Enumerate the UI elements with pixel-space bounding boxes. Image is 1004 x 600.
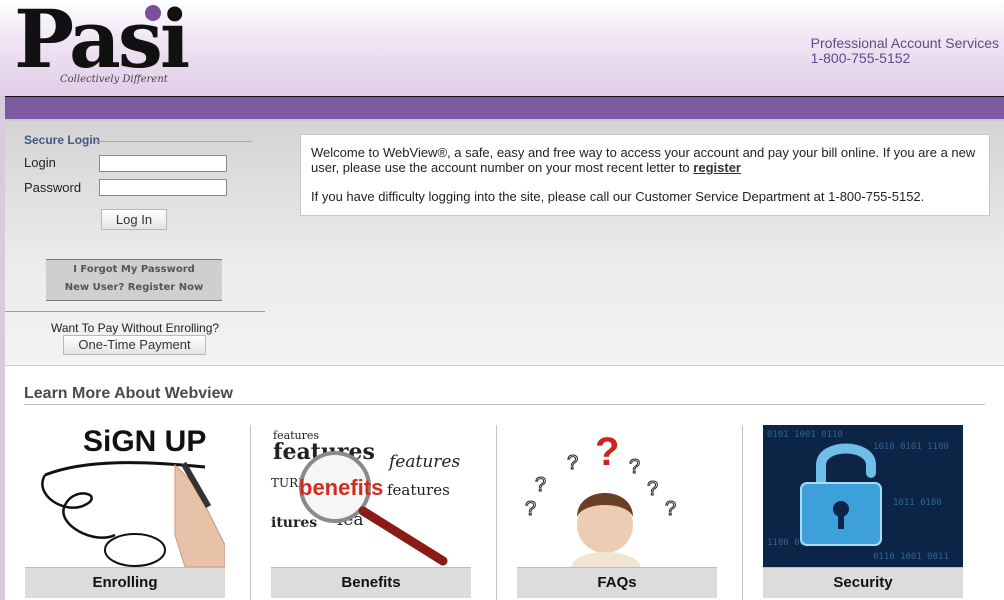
svg-text:?: ? [567,452,578,474]
image-caption-text: benefits [299,475,383,500]
learn-more-title: Learn More About Webview [24,385,233,402]
benefits-image[interactable]: features features features features TURE… [271,425,471,567]
welcome-message: Welcome to WebView®, a safe, easy and fr… [300,134,990,216]
password-label: Password [24,180,82,195]
image-caption-text: ? [595,430,619,474]
divider [742,425,743,600]
svg-text:?: ? [629,456,640,478]
svg-text:features: features [387,452,460,472]
security-image[interactable]: 0101 1001 0110 1010 0101 1100 1100 0011 … [763,425,963,567]
benefits-label[interactable]: Benefits [271,567,471,598]
svg-text:?: ? [647,478,658,500]
login-label: Login [24,155,56,170]
security-tile[interactable]: 0101 1001 0110 1010 0101 1100 1100 0011 … [763,425,963,600]
faqs-image[interactable]: ? ? ? ? ? ? ? [517,425,717,567]
enrolling-label[interactable]: Enrolling [25,567,225,598]
help-links-box: I Forgot My Password New User? Register … [46,259,222,301]
image-caption-text: SiGN UP [83,425,206,458]
header: Pasi Collectively Different Professional… [0,0,1004,96]
logo-dot-icon [145,5,161,21]
phone-number: 1-800-755-5152 [810,50,911,66]
secure-login-title: Secure Login [24,133,101,147]
pay-without-enrolling-text: Want To Pay Without Enrolling? [50,321,220,335]
faqs-tile[interactable]: ? ? ? ? ? ? ? FAQs [517,425,717,600]
support-text: If you have difficulty logging into the … [311,189,925,204]
pasi-logo[interactable]: Pasi Collectively Different [14,0,190,92]
welcome-text: Welcome to WebView®, a safe, easy and fr… [311,145,976,175]
divider [250,425,251,600]
faqs-label[interactable]: FAQs [517,567,717,598]
svg-text:features: features [387,481,450,499]
password-input[interactable] [99,179,227,196]
one-time-payment-button[interactable]: One-Time Payment [63,335,206,355]
svg-text:0110 1001 0011: 0110 1001 0011 [873,552,949,562]
divider [5,311,265,312]
svg-text:1010 0101 1100: 1010 0101 1100 [873,442,949,452]
sign-up-image[interactable]: SiGN UP [25,425,225,567]
nav-bar [5,96,1004,121]
security-label[interactable]: Security [763,567,963,598]
department-name: Professional Account Services [810,35,999,51]
svg-text:0101 1001 0110: 0101 1001 0110 [767,430,843,440]
svg-text:?: ? [525,498,536,520]
contact-info: Professional Account Services 1-800-755-… [811,36,999,66]
divider [24,404,985,405]
divider [96,141,252,142]
forgot-password-link[interactable]: I Forgot My Password [46,264,222,275]
logo-tagline: Collectively Different [60,74,168,85]
log-in-button[interactable]: Log In [101,209,167,230]
svg-text:itures: itures [271,515,317,531]
register-now-link[interactable]: New User? Register Now [46,282,222,293]
svg-text:?: ? [535,474,546,496]
svg-text:1011 0100: 1011 0100 [893,498,942,508]
enrolling-tile[interactable]: SiGN UP Enrolling [25,425,225,600]
benefits-tile[interactable]: features features features features TURE… [271,425,471,600]
register-link[interactable]: register [693,160,741,175]
login-input[interactable] [99,155,227,172]
divider [496,425,497,600]
svg-text:?: ? [665,498,676,520]
